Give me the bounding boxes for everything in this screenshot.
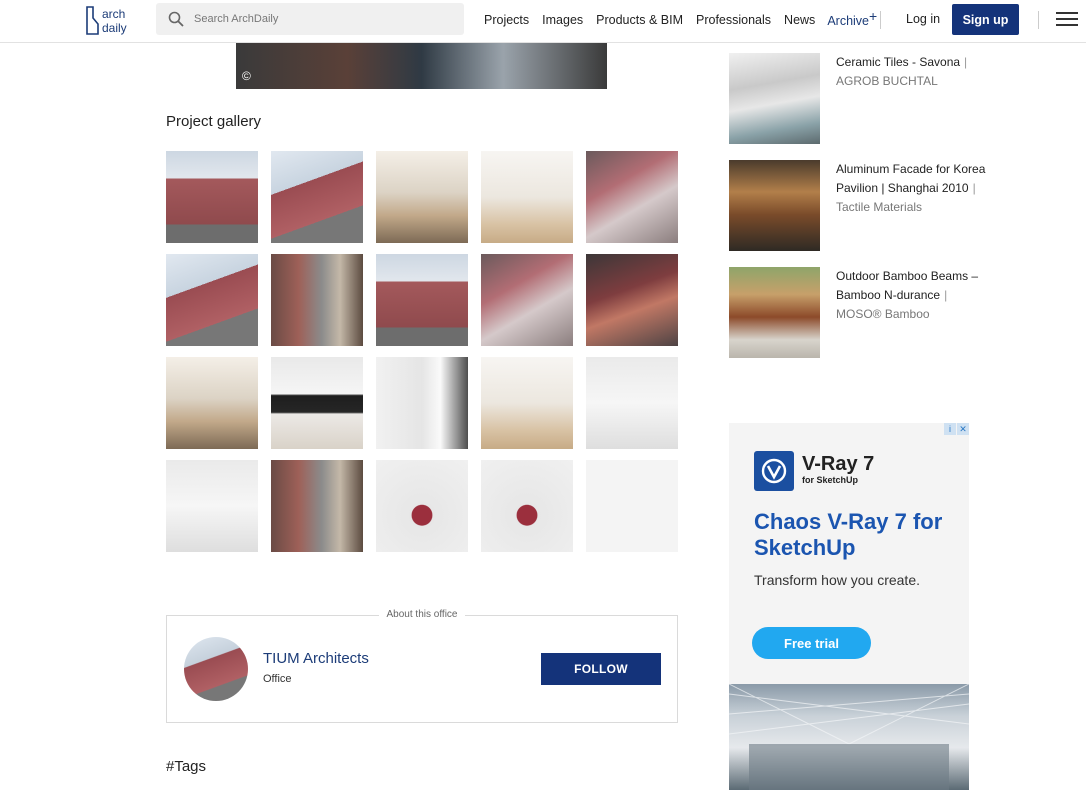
tags-title: #Tags: [166, 758, 207, 775]
gallery-thumbnail[interactable]: [586, 254, 678, 346]
gallery-thumbnail[interactable]: [271, 151, 363, 243]
product-brand[interactable]: Tactile Materials: [836, 200, 922, 214]
nav-archive-label: Archive: [827, 14, 869, 28]
gallery-thumbnail[interactable]: [481, 357, 573, 449]
nav-professionals[interactable]: Professionals: [696, 13, 771, 27]
site-header: arch daily Projects Images Products & BI…: [0, 0, 1086, 43]
vray-logo-icon: [754, 451, 794, 491]
gallery-thumbnail[interactable]: [586, 151, 678, 243]
menu-icon[interactable]: [1056, 12, 1078, 28]
archive-plus-icon: +: [869, 8, 878, 24]
office-section-label: About this office: [166, 609, 678, 620]
main-nav: Projects Images Products & BIM Professio…: [484, 0, 890, 40]
gallery-thumbnail[interactable]: [166, 151, 258, 243]
ad-product-title: V-Ray 7: [802, 453, 875, 475]
nav-projects[interactable]: Projects: [484, 13, 529, 27]
gallery-thumbnail[interactable]: [376, 357, 468, 449]
nav-news[interactable]: News: [784, 13, 815, 27]
nav-archive[interactable]: Archive+: [827, 8, 877, 28]
gallery-thumbnail[interactable]: [481, 460, 573, 552]
logo-line2: daily: [102, 21, 127, 35]
gallery-thumbnail[interactable]: [271, 254, 363, 346]
nav-products-bim[interactable]: Products & BIM: [596, 13, 683, 27]
product-title[interactable]: Ceramic Tiles - Savona: [836, 55, 960, 69]
archdaily-logo[interactable]: arch daily: [84, 4, 140, 38]
adchoices-icon[interactable]: i: [944, 423, 956, 435]
office-section-label-text: About this office: [378, 609, 466, 620]
follow-button[interactable]: FOLLOW: [541, 653, 661, 685]
product-text: Outdoor Bamboo Beams – Bamboo N-durance |…: [836, 269, 979, 321]
gallery-thumbnail[interactable]: [481, 254, 573, 346]
ad-product-sub: for SketchUp: [802, 475, 859, 485]
gallery-thumbnail[interactable]: [271, 460, 363, 552]
gallery-thumbnail[interactable]: [376, 460, 468, 552]
free-trial-button[interactable]: Free trial: [752, 627, 871, 659]
gallery-thumbnail[interactable]: [166, 254, 258, 346]
product-text: Ceramic Tiles - Savona | AGROB BUCHTAL: [836, 55, 968, 88]
gallery-thumbnail[interactable]: [481, 151, 573, 243]
gallery-thumbnail[interactable]: [376, 254, 468, 346]
office-card: TIUM Architects Office FOLLOW: [166, 615, 678, 723]
office-avatar[interactable]: [184, 637, 248, 701]
product-thumbnail[interactable]: [729, 53, 820, 144]
ad-choices[interactable]: i ✕: [943, 423, 969, 435]
search-icon: [168, 11, 184, 27]
product-brand[interactable]: AGROB BUCHTAL: [836, 74, 938, 88]
office-name[interactable]: TIUM Architects: [263, 650, 369, 667]
product-brand[interactable]: MOSO® Bamboo: [836, 307, 930, 321]
gallery-thumbnail[interactable]: [271, 357, 363, 449]
login-link[interactable]: Log in: [906, 12, 940, 26]
product-text: Aluminum Facade for Korea Pavilion | Sha…: [836, 162, 986, 214]
product-thumbnail[interactable]: [729, 267, 820, 358]
product-thumbnail[interactable]: [729, 160, 820, 251]
vray-advertisement[interactable]: i ✕ V-Ray 7 for SketchUp Chaos V-Ray 7 f…: [729, 423, 969, 790]
gallery-title: Project gallery: [166, 113, 262, 130]
product-title[interactable]: Outdoor Bamboo Beams – Bamboo N-durance: [836, 269, 978, 302]
project-image[interactable]: ©: [236, 43, 607, 89]
ad-body: Transform how you create.: [754, 572, 920, 588]
search-bar[interactable]: [156, 3, 464, 35]
ad-image: [729, 683, 969, 790]
header-divider: [1038, 11, 1039, 29]
copyright-icon: ©: [242, 69, 251, 83]
signup-button[interactable]: Sign up: [952, 4, 1019, 35]
product-title[interactable]: Aluminum Facade for Korea Pavilion | Sha…: [836, 162, 985, 195]
gallery-thumbnail[interactable]: [166, 357, 258, 449]
gallery-thumbnail[interactable]: [376, 151, 468, 243]
logo-line1: arch: [102, 7, 125, 21]
office-type: Office: [263, 673, 292, 685]
ad-headline: Chaos V-Ray 7 for SketchUp: [754, 509, 943, 560]
gallery-thumbnail[interactable]: [166, 460, 258, 552]
close-icon[interactable]: ✕: [957, 423, 969, 435]
gallery-thumbnail[interactable]: [586, 460, 678, 552]
header-divider: [880, 11, 881, 29]
search-input[interactable]: [194, 13, 444, 25]
nav-images[interactable]: Images: [542, 13, 583, 27]
gallery-thumbnail[interactable]: [586, 357, 678, 449]
